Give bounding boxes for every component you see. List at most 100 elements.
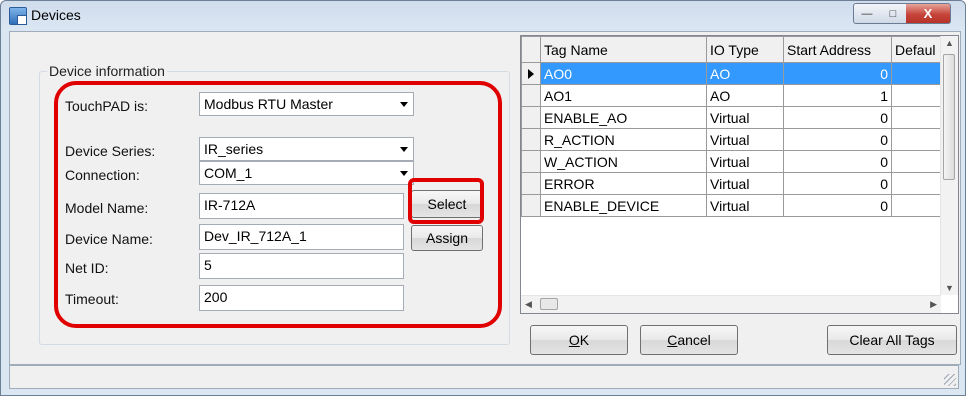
default-cell[interactable] — [891, 62, 942, 85]
device-series-value: IR_series — [204, 141, 264, 157]
column-header[interactable]: Start Address — [783, 36, 892, 63]
row-selector[interactable] — [521, 128, 541, 151]
device-series-combo[interactable]: IR_series — [199, 137, 414, 161]
net-id-value: 5 — [204, 257, 212, 273]
current-row-icon — [528, 68, 534, 79]
io-type-cell[interactable]: Virtual — [706, 106, 784, 129]
horizontal-scrollbar[interactable]: ◀ ▶ — [521, 295, 941, 313]
title-bar[interactable]: Devices — □ X — [1, 1, 965, 31]
minimize-icon: — — [861, 7, 873, 20]
start-address-cell[interactable]: 0 — [783, 172, 892, 195]
device-series-label: Device Series: — [65, 143, 156, 159]
window-title: Devices — [31, 7, 81, 23]
table-row[interactable]: W_ACTION Virtual 0 — [521, 150, 942, 173]
tag-name-cell[interactable]: R_ACTION — [540, 128, 707, 151]
connection-combo[interactable]: COM_1 — [199, 161, 414, 185]
table-row[interactable]: AO0 AO 0 — [521, 62, 942, 85]
timeout-field[interactable]: 200 — [199, 285, 404, 311]
tag-name-cell[interactable]: W_ACTION — [540, 150, 707, 173]
table-row[interactable]: ERROR Virtual 0 — [521, 172, 942, 195]
devices-window: Devices — □ X Device information TouchPA… — [0, 0, 966, 396]
grid-header-row: Tag Name IO Type Start Address Defaul — [521, 36, 942, 63]
ok-button-label: OK — [568, 332, 590, 348]
horizontal-scroll-thumb[interactable] — [540, 298, 558, 310]
row-selector[interactable] — [521, 106, 541, 129]
io-type-cell[interactable]: Virtual — [706, 194, 784, 217]
close-button[interactable]: X — [906, 3, 951, 24]
touchpad-value: Modbus RTU Master — [204, 96, 333, 112]
scroll-down-icon[interactable]: ▼ — [945, 283, 954, 293]
default-cell[interactable] — [891, 128, 942, 151]
maximize-button[interactable]: □ — [880, 3, 907, 24]
cancel-button[interactable]: Cancel — [640, 325, 738, 355]
default-cell[interactable] — [891, 172, 942, 195]
model-name-value: IR-712A — [204, 197, 256, 213]
app-icon — [9, 7, 27, 25]
assign-button[interactable]: Assign — [411, 225, 483, 251]
table-row[interactable]: ENABLE_AO Virtual 0 — [521, 106, 942, 129]
resize-grip-icon[interactable] — [944, 374, 956, 386]
chevron-down-icon[interactable] — [394, 139, 412, 159]
clear-all-tags-button[interactable]: Clear All Tags — [827, 325, 957, 355]
start-address-cell[interactable]: 0 — [783, 128, 892, 151]
tag-name-cell[interactable]: ENABLE_DEVICE — [540, 194, 707, 217]
start-address-cell[interactable]: 0 — [783, 62, 892, 85]
touchpad-combo[interactable]: Modbus RTU Master — [199, 92, 414, 116]
tag-name-cell[interactable]: ERROR — [540, 172, 707, 195]
close-icon: X — [923, 6, 933, 21]
io-type-cell[interactable]: AO — [706, 62, 784, 85]
net-id-field[interactable]: 5 — [199, 253, 404, 279]
vertical-scrollbar[interactable]: ▲ ▼ — [940, 36, 958, 295]
io-type-cell[interactable]: Virtual — [706, 150, 784, 173]
column-header[interactable]: Tag Name — [540, 36, 707, 63]
column-header[interactable]: IO Type — [706, 36, 784, 63]
tag-name-cell[interactable]: AO1 — [540, 84, 707, 107]
start-address-cell[interactable]: 0 — [783, 106, 892, 129]
connection-value: COM_1 — [204, 165, 253, 181]
tag-name-cell[interactable]: ENABLE_AO — [540, 106, 707, 129]
io-type-cell[interactable]: AO — [706, 84, 784, 107]
tag-name-cell[interactable]: AO0 — [540, 62, 707, 85]
model-name-field[interactable]: IR-712A — [199, 193, 404, 219]
row-selector[interactable] — [521, 194, 541, 217]
touchpad-label: TouchPAD is: — [65, 98, 148, 114]
scroll-left-icon[interactable]: ◀ — [525, 299, 532, 310]
default-cell[interactable] — [891, 106, 942, 129]
scroll-up-icon[interactable]: ▲ — [945, 38, 954, 48]
ok-button[interactable]: OK — [530, 325, 628, 355]
maximize-icon: □ — [889, 7, 897, 20]
row-selector[interactable] — [521, 172, 541, 195]
device-name-field[interactable]: Dev_IR_712A_1 — [199, 224, 404, 250]
chevron-down-icon[interactable] — [394, 94, 412, 114]
chevron-down-icon[interactable] — [394, 163, 412, 183]
tags-table: Tag Name IO Type Start Address Defaul AO… — [521, 36, 942, 217]
assign-button-label: Assign — [425, 230, 469, 246]
default-cell[interactable] — [891, 194, 942, 217]
default-cell[interactable] — [891, 84, 942, 107]
io-type-cell[interactable]: Virtual — [706, 128, 784, 151]
start-address-cell[interactable]: 1 — [783, 84, 892, 107]
default-cell[interactable] — [891, 150, 942, 173]
tags-grid[interactable]: Tag Name IO Type Start Address Defaul AO… — [520, 35, 959, 314]
io-type-cell[interactable]: Virtual — [706, 172, 784, 195]
device-name-label: Device Name: — [65, 231, 153, 247]
select-button[interactable]: Select — [411, 190, 483, 218]
table-row[interactable]: R_ACTION Virtual 0 — [521, 128, 942, 151]
grid-corner — [521, 36, 541, 63]
table-row[interactable]: ENABLE_DEVICE Virtual 0 — [521, 194, 942, 217]
scroll-right-icon[interactable]: ▶ — [930, 299, 937, 310]
vertical-scroll-thumb[interactable] — [943, 54, 955, 180]
group-title: Device information — [47, 63, 167, 79]
device-name-value: Dev_IR_712A_1 — [204, 228, 307, 244]
row-selector[interactable] — [521, 150, 541, 173]
column-header[interactable]: Defaul — [891, 36, 942, 63]
row-selector[interactable] — [521, 84, 541, 107]
connection-label: Connection: — [65, 167, 140, 183]
minimize-button[interactable]: — — [853, 3, 881, 24]
start-address-cell[interactable]: 0 — [783, 194, 892, 217]
start-address-cell[interactable]: 0 — [783, 150, 892, 173]
table-row[interactable]: AO1 AO 1 — [521, 84, 942, 107]
model-name-label: Model Name: — [65, 200, 149, 216]
row-selector[interactable] — [521, 62, 541, 85]
timeout-label: Timeout: — [65, 291, 119, 307]
